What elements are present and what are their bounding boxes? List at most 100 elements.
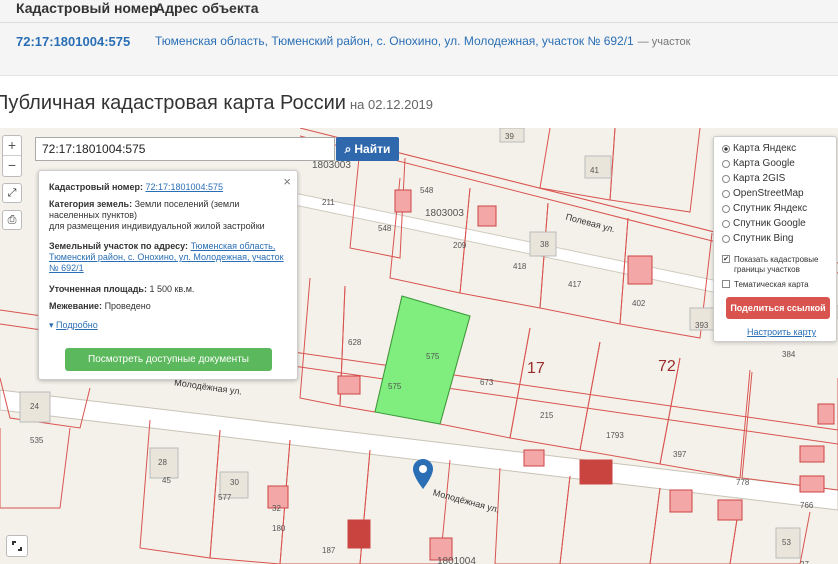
- more-link[interactable]: ▾ Подробно: [49, 320, 98, 331]
- zoom-in-button[interactable]: +: [3, 136, 21, 156]
- parcel-label: 397: [673, 450, 687, 459]
- radio-icon: [722, 189, 730, 198]
- area-label: Уточненная площадь:: [49, 284, 147, 294]
- parcel-label: 418: [513, 262, 527, 271]
- show-borders-label: Показать кадастровые границы участков: [734, 255, 819, 274]
- parcel-label: 38: [540, 240, 549, 249]
- layer-option[interactable]: Карта 2GIS: [722, 173, 785, 184]
- parcel-label: 402: [632, 299, 646, 308]
- parcel-label: 209: [453, 241, 467, 250]
- category-label: Категория земель:: [49, 199, 133, 209]
- parcel-label: 577: [218, 493, 232, 502]
- quarter-label: 1803003: [312, 160, 351, 171]
- radio-icon: [722, 234, 730, 243]
- layers-panel: Карта Яндекс Карта Google Карта 2GIS Ope…: [713, 136, 837, 342]
- parcel-label: 673: [480, 378, 494, 387]
- parcel-label: 548: [420, 186, 434, 195]
- radio-selected-icon: [722, 144, 730, 153]
- parcel-label: 1793: [606, 431, 624, 440]
- header-cadastral-number: Кадастровый номер: [16, 0, 158, 16]
- layer-label: Карта 2GIS: [733, 173, 786, 184]
- parcel-label: 778: [736, 478, 750, 487]
- parcel-label: 39: [505, 132, 514, 141]
- parcel-label: 211: [322, 198, 335, 207]
- parcel-label: 53: [782, 538, 791, 547]
- result-type: — участок: [637, 36, 691, 48]
- address-label: Земельный участок по адресу:: [49, 241, 189, 251]
- layer-option[interactable]: Спутник Bing: [722, 233, 794, 244]
- layer-label: Спутник Bing: [733, 233, 794, 244]
- usage-text: для размещения индивидуальной жилой заст…: [49, 221, 265, 231]
- parcel-label: 766: [800, 501, 814, 510]
- parcel-label: 28: [158, 458, 167, 467]
- parcel-label: 187: [322, 546, 336, 555]
- layer-option[interactable]: Спутник Яндекс: [722, 203, 807, 214]
- layer-label: Спутник Яндекс: [733, 203, 808, 214]
- page-title-text: Публичная кадастровая карта России: [0, 92, 346, 114]
- show-borders-option[interactable]: ✔ Показать кадастровые границы участков: [722, 255, 834, 275]
- result-address[interactable]: Тюменская область, Тюменский район, с. О…: [155, 34, 690, 48]
- header-address: Адрес объекта: [155, 0, 259, 16]
- print-icon[interactable]: ⎙: [2, 210, 22, 230]
- parcel-info-popup: × Кадастровый номер: 72:17:1801004:575 К…: [38, 170, 298, 380]
- thematic-option[interactable]: Тематическая карта: [722, 280, 834, 290]
- layer-option[interactable]: OpenStreetMap: [722, 188, 804, 199]
- page-title-date: на 02.12.2019: [349, 97, 434, 112]
- checkbox-icon: [722, 280, 730, 288]
- parcel-label: 30: [230, 478, 239, 487]
- parcel-label: 32: [272, 504, 281, 513]
- radio-icon: [722, 159, 730, 168]
- parcel-label: 535: [30, 436, 44, 445]
- result-cadastral-number[interactable]: 72:17:1801004:575: [16, 34, 130, 49]
- table-divider: [0, 22, 838, 23]
- zoom-controls: + −: [2, 135, 22, 177]
- parcel-label: 417: [568, 280, 582, 289]
- view-documents-button[interactable]: Посмотреть доступные документы: [65, 348, 272, 371]
- survey-label: Межевание:: [49, 301, 103, 311]
- layer-option[interactable]: Карта Яндекс: [722, 143, 796, 154]
- quarter-label: 1803003: [425, 208, 464, 219]
- radio-icon: [722, 219, 730, 228]
- parcel-label: 575: [388, 382, 402, 391]
- layer-label: Спутник Google: [733, 218, 806, 229]
- parcel-label: 215: [540, 411, 554, 420]
- expand-icon[interactable]: ⤢: [2, 183, 22, 203]
- layer-label: OpenStreetMap: [733, 188, 804, 199]
- parcel-label: 27: [800, 560, 809, 564]
- layer-label: Карта Google: [733, 158, 795, 169]
- region-number: 17: [527, 360, 545, 377]
- cad-label: Кадастровый номер:: [49, 182, 143, 192]
- parcel-label: 548: [378, 224, 392, 233]
- district-number: 72: [658, 358, 676, 375]
- layer-option[interactable]: Спутник Google: [722, 218, 806, 229]
- search-input[interactable]: [35, 137, 335, 161]
- fullscreen-icon[interactable]: [6, 535, 28, 557]
- area-value: 1 500 кв.м.: [149, 284, 195, 294]
- results-table: Кадастровый номер Адрес объекта 72:17:18…: [0, 0, 838, 76]
- result-address-text[interactable]: Тюменская область, Тюменский район, с. О…: [155, 34, 634, 48]
- parcel-label: 628: [348, 338, 362, 347]
- parcel-label: 45: [162, 476, 171, 485]
- radio-icon: [722, 174, 730, 183]
- setup-map-link[interactable]: Настроить карту: [747, 327, 816, 337]
- thematic-label: Тематическая карта: [734, 280, 809, 289]
- radio-icon: [722, 204, 730, 213]
- parcel-label: 384: [782, 350, 796, 359]
- cad-link[interactable]: 72:17:1801004:575: [145, 182, 223, 192]
- page-title: Публичная кадастровая карта России на 02.…: [0, 92, 433, 115]
- survey-value: Проведено: [104, 301, 151, 311]
- zoom-out-button[interactable]: −: [3, 156, 21, 176]
- layer-option[interactable]: Карта Google: [722, 158, 795, 169]
- search-button-label: Найти: [354, 142, 391, 156]
- checkbox-checked-icon: ✔: [722, 255, 730, 263]
- share-link-button[interactable]: Поделиться ссылкой: [726, 297, 830, 319]
- parcel-label: 24: [30, 402, 39, 411]
- search-button[interactable]: ⌕ Найти: [336, 137, 399, 161]
- parcel-label: 180: [272, 524, 286, 533]
- selected-parcel: [374, 295, 471, 425]
- parcel-label: 393: [695, 321, 709, 330]
- search-icon: ⌕: [344, 141, 352, 156]
- layer-label: Карта Яндекс: [733, 143, 797, 154]
- more-link-label: Подробно: [56, 320, 98, 330]
- quarter-label: 1801004: [437, 556, 476, 564]
